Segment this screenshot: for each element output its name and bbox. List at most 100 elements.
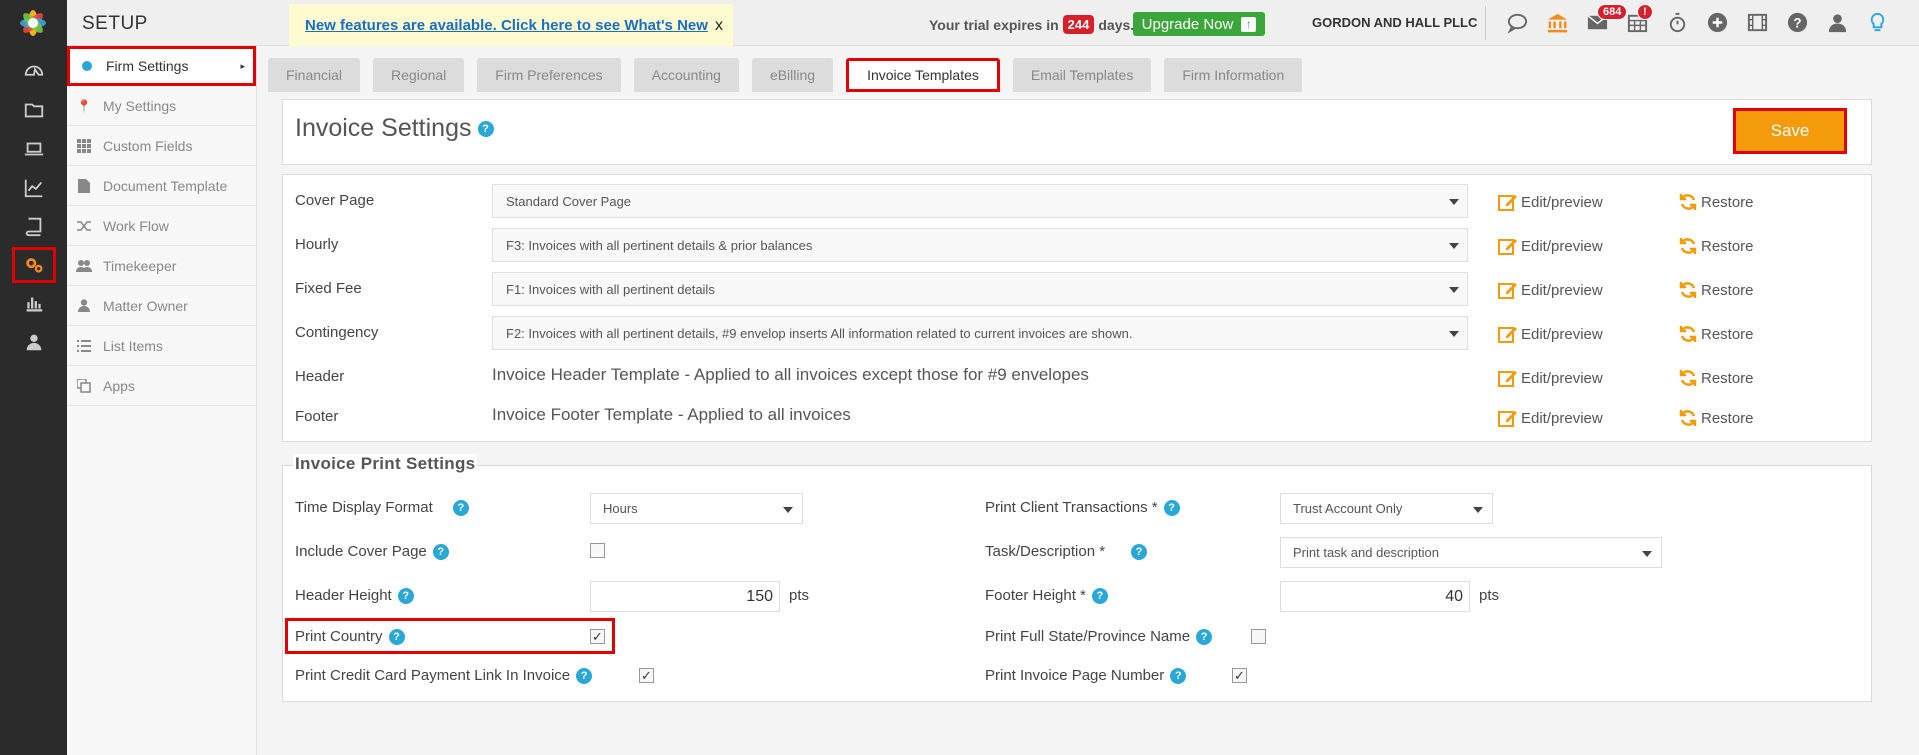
print-full-state-checkbox[interactable]	[1251, 629, 1266, 644]
trial-suffix: days.	[1098, 16, 1135, 33]
task-description-select[interactable]: Print task and description	[1280, 537, 1662, 568]
print-credit-card-link-checkbox[interactable]: ✓	[639, 668, 654, 683]
film-icon[interactable]	[1743, 8, 1771, 36]
help-icon[interactable]: ?	[1163, 499, 1180, 516]
template-row-contingency: Contingency F2: Invoices with all pertin…	[283, 316, 1871, 352]
restore-label: Restore	[1701, 281, 1754, 299]
help-icon[interactable]: ?	[1170, 667, 1187, 684]
tab-accounting[interactable]: Accounting	[633, 58, 739, 92]
dashboard-icon[interactable]	[20, 58, 47, 85]
tab-financial[interactable]: Financial	[268, 58, 361, 92]
side-item-work-flow[interactable]: Work Flow	[67, 206, 256, 246]
tab-firm-preferences[interactable]: Firm Preferences	[477, 58, 621, 92]
mail-icon[interactable]: 684	[1583, 4, 1628, 36]
side-item-document-template[interactable]: Document Template	[67, 166, 256, 206]
tab-regional[interactable]: Regional	[373, 58, 465, 92]
side-item-list-items[interactable]: List Items	[67, 326, 256, 366]
user-account-icon[interactable]	[1823, 8, 1851, 36]
time-display-format-select[interactable]: Hours	[590, 493, 803, 524]
side-item-apps[interactable]: Apps	[67, 366, 256, 406]
help-icon[interactable]: ?	[397, 587, 414, 604]
grid-icon	[75, 137, 93, 155]
footer-height-input[interactable]: 40	[1280, 581, 1470, 612]
chat-icon[interactable]	[1503, 8, 1531, 36]
restore-link[interactable]: Restore	[1678, 368, 1754, 388]
help-icon[interactable]: ?	[1783, 8, 1811, 36]
icon-rail	[0, 0, 67, 755]
line-chart-icon[interactable]	[20, 174, 47, 201]
header-height-input[interactable]: 150	[590, 581, 780, 612]
laptop-icon[interactable]	[20, 135, 47, 162]
help-icon[interactable]: ?	[432, 543, 449, 560]
calendar-icon[interactable]: !	[1623, 4, 1653, 36]
user-icon	[75, 297, 93, 315]
help-icon[interactable]: ?	[1091, 587, 1108, 604]
include-cover-page-checkbox[interactable]	[590, 543, 605, 558]
side-item-label: Apps	[103, 377, 135, 394]
restore-label: Restore	[1701, 409, 1754, 427]
edit-preview-link[interactable]: Edit/preview	[1498, 324, 1603, 344]
task-description-label: Task/Description * ?	[985, 543, 1148, 560]
upgrade-now-button[interactable]: Upgrade Now ↑	[1133, 12, 1265, 36]
firm-name[interactable]: GORDON AND HALL PLLC	[1312, 15, 1477, 30]
add-circle-icon[interactable]	[1703, 8, 1731, 36]
side-item-timekeeper[interactable]: Timekeeper	[67, 246, 256, 286]
template-row-footer: Footer Invoice Footer Template - Applied…	[283, 400, 1871, 436]
bank-icon[interactable]	[1543, 8, 1571, 36]
help-icon[interactable]: ?	[576, 667, 593, 684]
settings-gears-icon[interactable]	[12, 247, 56, 283]
fixed-fee-select[interactable]: F1: Invoices with all pertinent details	[492, 272, 1468, 306]
tab-ebilling[interactable]: eBilling	[751, 58, 834, 92]
restore-link[interactable]: Restore	[1678, 192, 1754, 212]
side-item-matter-owner[interactable]: Matter Owner	[67, 286, 256, 326]
edit-preview-link[interactable]: Edit/preview	[1498, 192, 1603, 212]
print-client-transactions-select[interactable]: Trust Account Only	[1280, 493, 1493, 524]
tab-invoice-templates[interactable]: Invoice Templates	[846, 58, 1000, 92]
arrow-up-icon: ↑	[1241, 16, 1257, 32]
edit-label: Edit/preview	[1521, 369, 1603, 387]
help-icon[interactable]: ?	[477, 120, 494, 137]
restore-label: Restore	[1701, 193, 1754, 211]
side-item-label: Work Flow	[103, 217, 169, 234]
help-icon[interactable]: ?	[452, 499, 469, 516]
book-icon[interactable]	[20, 212, 47, 239]
cover-page-select[interactable]: Standard Cover Page	[492, 184, 1468, 218]
edit-preview-link[interactable]: Edit/preview	[1498, 368, 1603, 388]
whats-new-link[interactable]: New features are available. Click here t…	[305, 17, 708, 34]
side-item-custom-fields[interactable]: Custom Fields	[67, 126, 256, 166]
settings-tabs: Financial Regional Firm Preferences Acco…	[268, 58, 1315, 92]
whats-new-banner: New features are available. Click here t…	[289, 4, 733, 46]
select-value: F3: Invoices with all pertinent details …	[506, 237, 813, 253]
select-value: F2: Invoices with all pertinent details,…	[506, 325, 1133, 341]
restore-link[interactable]: Restore	[1678, 280, 1754, 300]
refresh-icon	[1679, 410, 1697, 426]
template-row-hourly: Hourly F3: Invoices with all pertinent d…	[283, 228, 1871, 264]
edit-preview-link[interactable]: Edit/preview	[1498, 408, 1603, 428]
lightbulb-icon[interactable]	[1863, 8, 1891, 36]
hourly-select[interactable]: F3: Invoices with all pertinent details …	[492, 228, 1468, 262]
contingency-select[interactable]: F2: Invoices with all pertinent details,…	[492, 316, 1468, 350]
person-icon[interactable]	[20, 328, 47, 355]
side-item-my-settings[interactable]: 📍 My Settings	[67, 86, 256, 126]
bar-chart-icon[interactable]	[20, 289, 47, 316]
restore-link[interactable]: Restore	[1678, 236, 1754, 256]
refresh-icon	[1679, 370, 1697, 386]
restore-link[interactable]: Restore	[1678, 324, 1754, 344]
side-item-firm-settings[interactable]: Firm Settings ▸	[67, 46, 256, 86]
help-icon[interactable]: ?	[1196, 628, 1213, 645]
shuffle-icon	[75, 217, 93, 235]
tab-firm-information[interactable]: Firm Information	[1164, 58, 1303, 92]
close-icon[interactable]: x	[715, 17, 723, 35]
help-icon[interactable]: ?	[1131, 543, 1148, 560]
restore-link[interactable]: Restore	[1678, 408, 1754, 428]
stopwatch-icon[interactable]	[1663, 8, 1691, 36]
tab-email-templates[interactable]: Email Templates	[1012, 58, 1152, 92]
app-logo-icon[interactable]	[16, 6, 50, 40]
print-invoice-page-number-checkbox[interactable]: ✓	[1232, 668, 1247, 683]
edit-preview-link[interactable]: Edit/preview	[1498, 236, 1603, 256]
edit-icon	[1498, 411, 1517, 427]
label-text: Print Full State/Province Name	[985, 628, 1191, 645]
save-button[interactable]: Save	[1733, 108, 1847, 154]
folder-icon[interactable]	[20, 96, 47, 123]
edit-preview-link[interactable]: Edit/preview	[1498, 280, 1603, 300]
